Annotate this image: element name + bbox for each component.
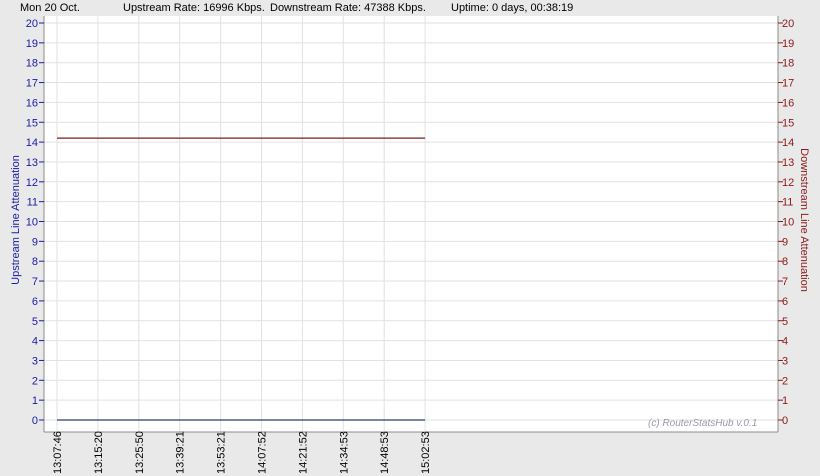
right-tick-label: 6 [782, 296, 788, 308]
x-tick-label: 13:07:46 [52, 431, 64, 474]
right-tick-label: 14 [782, 137, 794, 149]
right-tick-label: 16 [782, 97, 794, 109]
right-tick-label: 17 [782, 78, 794, 90]
right-tick-label: 0 [782, 415, 788, 427]
x-tick-label: 14:34:53 [338, 431, 350, 474]
left-tick-label: 6 [32, 296, 38, 308]
left-tick-label: 9 [32, 236, 38, 248]
left-tick-label: 7 [32, 276, 38, 288]
right-axis-label: Downstream Line Attenuation [798, 148, 810, 292]
right-tick-label: 4 [782, 336, 788, 348]
attenuation-chart: 0 01 12 23 34 45 56 67 78 89 910 1011 1112 1213 1314 14… [26, 16, 794, 474]
right-tick-label: 10 [782, 217, 794, 229]
right-tick-label: 9 [782, 236, 788, 248]
x-tick-label: 13:15:20 [93, 431, 105, 474]
x-tick-label: 13:25:50 [134, 431, 146, 474]
right-tick-label: 11 [782, 197, 793, 209]
left-tick-label: 17 [26, 78, 38, 90]
left-tick-label: 8 [32, 256, 38, 268]
right-tick-label: 13 [782, 157, 794, 169]
right-tick-label: 18 [782, 58, 794, 70]
left-tick-label: 12 [26, 177, 38, 189]
right-tick-label: 1 [782, 395, 788, 407]
right-tick-label: 15 [782, 117, 794, 129]
right-tick-label: 3 [782, 355, 788, 367]
left-tick-label: 15 [26, 117, 38, 129]
x-tick-label: 13:53:21 [216, 431, 228, 474]
left-tick-label: 10 [26, 217, 38, 229]
x-tick-label: 14:21:52 [297, 431, 309, 474]
left-tick-label: 1 [32, 395, 38, 407]
watermark: (c) RouterStatsHub v.0.1 [648, 418, 758, 429]
left-tick-label: 18 [26, 58, 38, 70]
left-tick-label: 11 [27, 197, 38, 209]
left-tick-label: 13 [26, 157, 38, 169]
left-tick-label: 14 [26, 137, 38, 149]
left-tick-label: 2 [32, 375, 38, 387]
left-tick-label: 20 [26, 18, 38, 30]
left-tick-label: 4 [32, 336, 38, 348]
x-tick-label: 14:48:53 [379, 431, 391, 474]
x-tick-label: 14:07:52 [257, 431, 269, 474]
right-tick-label: 8 [782, 256, 788, 268]
left-tick-label: 5 [32, 316, 38, 328]
right-tick-label: 12 [782, 177, 794, 189]
left-tick-label: 19 [26, 38, 38, 50]
left-tick-label: 0 [32, 415, 38, 427]
left-tick-label: 3 [32, 355, 38, 367]
left-tick-label: 16 [26, 97, 38, 109]
right-tick-label: 20 [782, 18, 794, 30]
right-tick-label: 7 [782, 276, 788, 288]
right-tick-label: 2 [782, 375, 788, 387]
right-tick-label: 5 [782, 316, 788, 328]
right-tick-label: 19 [782, 38, 794, 50]
x-tick-label: 13:39:21 [175, 431, 187, 474]
x-tick-label: 15:02:53 [420, 431, 432, 474]
left-axis-label: Upstream Line Attenuation [10, 155, 22, 285]
